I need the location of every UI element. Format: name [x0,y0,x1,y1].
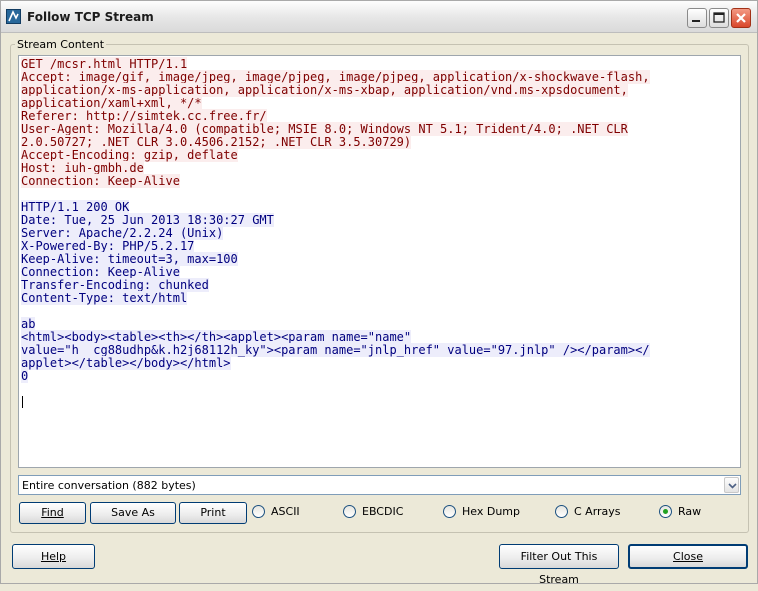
close-button-label: Close [673,550,703,563]
help-button-label: Help [40,550,67,563]
stream-line-text: Connection: Keep-Alive [21,265,180,279]
stream-line-text: User-Agent: Mozilla/4.0 (compatible; MSI… [21,122,628,136]
stream-line-text: 0 [21,369,29,383]
text-cursor [22,396,23,408]
stream-line-text: Transfer-Encoding: chunked [21,278,209,292]
stream-lines: GET /mcsr.html HTTP/1.1 Accept: image/gif… [21,57,650,383]
format-label: C Arrays [574,505,621,518]
stream-line-text: Keep-Alive: timeout=3, max=100 [21,252,238,266]
dropdown-button[interactable] [724,477,739,493]
minimize-button[interactable] [687,8,707,28]
find-button-label: Find [41,506,64,519]
server-stream-line: applet></table></body></html> [21,356,650,370]
stream-line-text: 2.0.50727; .NET CLR 3.0.4506.2152; .NET … [21,135,412,149]
follow-tcp-stream-window: Follow TCP Stream Stream Content GET /mc… [0,0,758,586]
stream-line-text: Referer: http://simtek.cc.free.fr/ [21,109,267,123]
format-label: EBCDIC [362,505,404,518]
format-label: ASCII [271,505,300,518]
close-button[interactable]: Close [628,544,748,569]
stream-line-text: application/x-ms-application, applicatio… [21,83,628,97]
stream-line-text: Accept: image/gif, image/jpeg, image/pjp… [21,70,650,84]
stream-line-text: Server: Apache/2.2.24 (Unix) [21,226,224,240]
stream-blank-line [21,305,650,318]
stream-line-text: GET /mcsr.html HTTP/1.1 [21,57,188,71]
stream-line-text: HTTP/1.1 200 OK [21,200,130,214]
close-window-button[interactable] [731,8,751,28]
stream-content-text[interactable]: GET /mcsr.html HTTP/1.1 Accept: image/gif… [18,55,741,468]
chevron-down-icon [728,483,737,489]
server-stream-line: Content-Type: text/html [21,291,650,305]
stream-line-text: value="h__cg88udhp&k.h2j68112h_ky"><para… [21,343,650,357]
print-button-label: Print [200,506,226,519]
format-label: Raw [678,505,702,518]
radio-circle [659,505,672,518]
save-as-button-label: Save As [111,506,155,519]
radio-circle [252,505,265,518]
filter-out-button-label: Filter Out This Stream [520,550,598,586]
stream-line-text: applet></table></body></html> [21,356,231,370]
filter-out-stream-button[interactable]: Filter Out This Stream [499,544,619,586]
print-button[interactable]: Print [179,502,247,524]
maximize-icon [713,12,725,23]
server-stream-line: 0 [21,369,650,383]
conversation-select-value: Entire conversation (882 bytes) [22,479,196,492]
title-bar[interactable]: Follow TCP Stream [1,1,757,33]
maximize-button[interactable] [709,8,729,28]
radio-selected-dot [663,509,668,514]
conversation-select[interactable]: Entire conversation (882 bytes) [18,475,741,495]
stream-line-text: Accept-Encoding: gzip, deflate [21,148,238,162]
stream-line-text: ab [21,317,36,331]
stream-line-text: Host: iuh-gmbh.de [21,161,144,175]
stream-line-text: X-Powered-By: PHP/5.2.17 [21,239,195,253]
client-stream-line: Connection: Keep-Alive [21,174,650,188]
help-button[interactable]: Help [12,544,95,569]
wireshark-fin-icon [6,9,21,24]
stream-line-text: <html><body><table><th></th><applet><par… [21,330,412,344]
radio-circle [555,505,568,518]
close-icon [736,13,746,23]
stream-content-label: Stream Content [15,38,107,51]
stream-line-text: Content-Type: text/html [21,291,188,305]
radio-circle [443,505,456,518]
stream-line-text: Connection: Keep-Alive [21,174,180,188]
stream-line-text: application/xaml+xml, */* [21,96,202,110]
radio-circle [343,505,356,518]
format-label: Hex Dump [462,505,520,518]
stream-line-text: Date: Tue, 25 Jun 2013 18:30:27 GMT [21,213,274,227]
find-button[interactable]: Find [19,502,86,524]
window-title: Follow TCP Stream [27,10,154,24]
save-as-button[interactable]: Save As [90,502,176,524]
minimize-icon [692,20,700,22]
